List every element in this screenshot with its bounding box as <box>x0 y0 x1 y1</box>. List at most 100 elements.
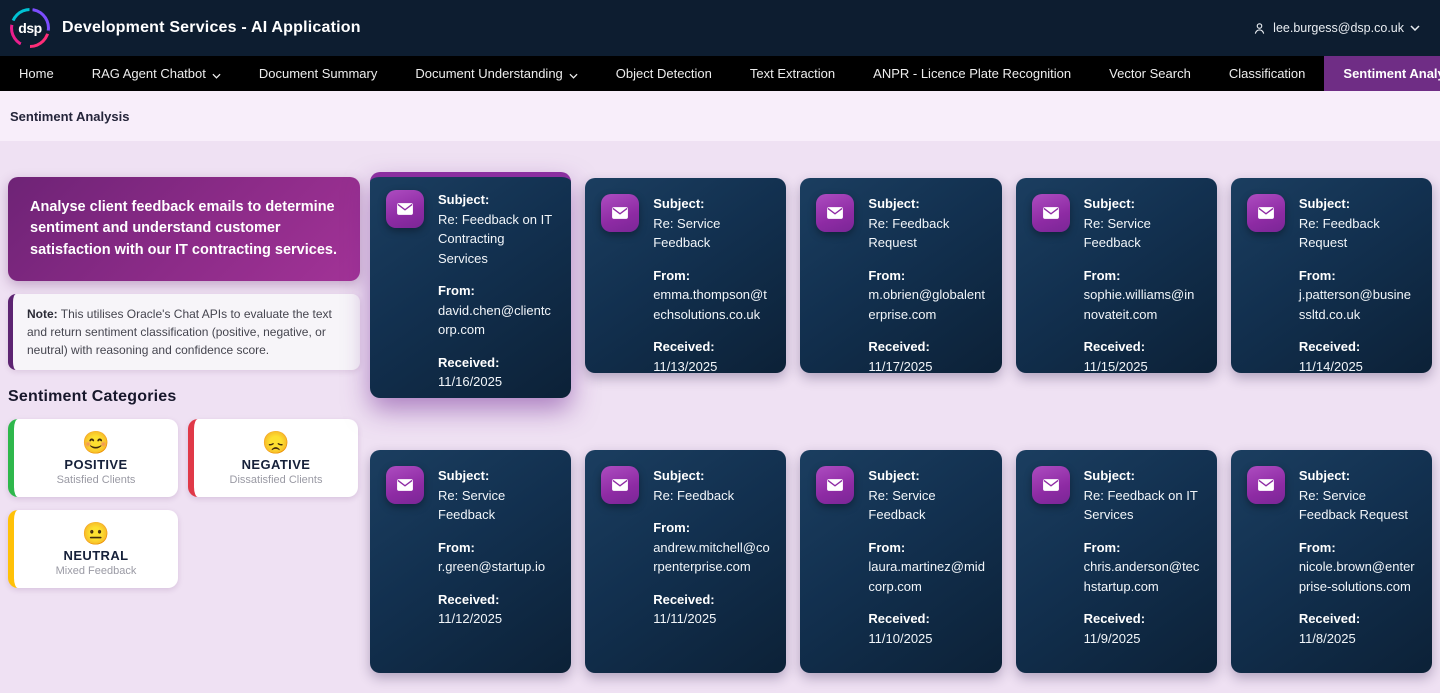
received-value: 11/14/2025 <box>1299 357 1416 377</box>
nav-item-home[interactable]: Home <box>0 56 73 91</box>
category-card-positive: 😊 POSITIVE Satisfied Clients <box>8 419 178 497</box>
main-nav: Home RAG Agent Chatbot Document Summary … <box>0 56 1440 91</box>
intro-description: Analyse client feedback emails to determ… <box>30 199 337 258</box>
subject-value: Re: Feedback on IT Contracting Services <box>438 210 555 269</box>
from-value: emma.thompson@techsolutions.co.uk <box>653 285 770 324</box>
intro-card: Analyse client feedback emails to determ… <box>8 177 360 281</box>
category-name: NEGATIVE <box>242 457 311 472</box>
email-card[interactable]: Subject:Re: Feedback Request From:j.patt… <box>1231 178 1432 373</box>
subject-value: Re: Feedback Request <box>1299 214 1416 253</box>
received-label: Received: <box>1084 337 1201 357</box>
breadcrumb: Sentiment Analysis <box>10 109 129 124</box>
from-label: From: <box>868 538 985 558</box>
email-card[interactable]: Subject:Re: Service Feedback Request Fro… <box>1231 450 1432 673</box>
app-header: dsp Development Services - AI Applicatio… <box>0 0 1440 56</box>
envelope-icon <box>601 466 639 504</box>
received-value: 11/12/2025 <box>438 609 555 629</box>
from-value: nicole.brown@enterprise-solutions.com <box>1299 557 1416 596</box>
received-label: Received: <box>1084 609 1201 629</box>
subject-label: Subject: <box>1299 194 1416 214</box>
from-label: From: <box>653 518 770 538</box>
category-card-negative: 😞 NEGATIVE Dissatisfied Clients <box>188 419 358 497</box>
main-content: Analyse client feedback emails to determ… <box>0 141 1440 693</box>
email-row-2: Subject:Re: Service Feedback From:r.gree… <box>370 450 1432 673</box>
user-icon <box>1252 21 1267 36</box>
nav-item-object-detection[interactable]: Object Detection <box>597 56 731 91</box>
email-card[interactable]: Subject:Re: Feedback From:andrew.mitchel… <box>585 450 786 673</box>
chevron-down-icon <box>212 67 221 82</box>
positive-emoji-icon: 😊 <box>82 431 109 455</box>
neutral-emoji-icon: 😐 <box>82 522 109 546</box>
email-card[interactable]: Subject:Re: Service Feedback From:emma.t… <box>585 178 786 373</box>
nav-item-text-extraction[interactable]: Text Extraction <box>731 56 854 91</box>
received-value: 11/10/2025 <box>868 629 985 649</box>
sidebar: Analyse client feedback emails to determ… <box>8 177 360 693</box>
received-value: 11/15/2025 <box>1084 357 1201 377</box>
category-grid: 😊 POSITIVE Satisfied Clients 😞 NEGATIVE … <box>8 419 360 588</box>
received-label: Received: <box>438 353 555 373</box>
envelope-icon <box>816 194 854 232</box>
category-sublabel: Dissatisfied Clients <box>230 474 323 486</box>
subject-value: Re: Feedback on IT Services <box>1084 486 1201 525</box>
subject-label: Subject: <box>438 190 555 210</box>
from-value: sophie.williams@innovateit.com <box>1084 285 1201 324</box>
app-title: Development Services - AI Application <box>62 19 361 37</box>
breadcrumb-bar: Sentiment Analysis <box>0 91 1440 141</box>
nav-item-vector-search[interactable]: Vector Search <box>1090 56 1210 91</box>
from-value: m.obrien@globalenterprise.com <box>868 285 985 324</box>
subject-label: Subject: <box>1299 466 1416 486</box>
email-card[interactable]: Subject:Re: Service Feedback From:sophie… <box>1016 178 1217 373</box>
received-value: 11/13/2025 <box>653 357 770 377</box>
category-name: POSITIVE <box>64 457 127 472</box>
subject-value: Re: Service Feedback <box>868 486 985 525</box>
email-card[interactable]: Subject:Re: Service Feedback From:laura.… <box>800 450 1001 673</box>
from-value: r.green@startup.io <box>438 557 555 577</box>
subject-value: Re: Service Feedback <box>438 486 555 525</box>
envelope-icon <box>386 190 424 228</box>
nav-item-classification[interactable]: Classification <box>1210 56 1325 91</box>
note-label: Note: <box>27 307 58 321</box>
subject-label: Subject: <box>438 466 555 486</box>
envelope-icon <box>816 466 854 504</box>
envelope-icon <box>601 194 639 232</box>
received-label: Received: <box>868 609 985 629</box>
sentiment-categories-heading: Sentiment Categories <box>8 388 360 406</box>
email-row-1: Subject:Re: Feedback on IT Contracting S… <box>370 178 1432 398</box>
from-label: From: <box>1299 266 1416 286</box>
nav-item-anpr[interactable]: ANPR - Licence Plate Recognition <box>854 56 1090 91</box>
email-card[interactable]: Subject:Re: Service Feedback From:r.gree… <box>370 450 571 673</box>
email-card[interactable]: Subject:Re: Feedback on IT Services From… <box>1016 450 1217 673</box>
email-card-grid: Subject:Re: Feedback on IT Contracting S… <box>370 178 1432 693</box>
from-label: From: <box>1084 266 1201 286</box>
received-value: 11/11/2025 <box>653 609 770 629</box>
received-label: Received: <box>438 590 555 610</box>
dsp-logo: dsp <box>10 8 50 48</box>
subject-value: Re: Service Feedback Request <box>1299 486 1416 525</box>
subject-value: Re: Feedback Request <box>868 214 985 253</box>
from-label: From: <box>438 538 555 558</box>
nav-item-document-summary[interactable]: Document Summary <box>240 56 396 91</box>
subject-label: Subject: <box>1084 466 1201 486</box>
email-card[interactable]: Subject:Re: Feedback on IT Contracting S… <box>370 172 571 398</box>
from-value: david.chen@clientcorp.com <box>438 301 555 340</box>
subject-value: Re: Feedback <box>653 486 770 506</box>
envelope-icon <box>1032 466 1070 504</box>
nav-item-document-understanding[interactable]: Document Understanding <box>396 56 596 91</box>
email-card[interactable]: Subject:Re: Feedback Request From:m.obri… <box>800 178 1001 373</box>
note-box: Note: This utilises Oracle's Chat APIs t… <box>8 294 360 370</box>
from-label: From: <box>1299 538 1416 558</box>
envelope-icon <box>1247 194 1285 232</box>
subject-label: Subject: <box>868 194 985 214</box>
received-value: 11/9/2025 <box>1084 629 1201 649</box>
category-sublabel: Satisfied Clients <box>57 474 136 486</box>
user-email: lee.burgess@dsp.co.uk <box>1273 21 1404 35</box>
received-label: Received: <box>1299 609 1416 629</box>
category-sublabel: Mixed Feedback <box>56 565 137 577</box>
user-menu[interactable]: lee.burgess@dsp.co.uk <box>1252 21 1420 36</box>
subject-label: Subject: <box>653 466 770 486</box>
negative-emoji-icon: 😞 <box>262 431 289 455</box>
received-label: Received: <box>653 590 770 610</box>
nav-item-rag-agent-chatbot[interactable]: RAG Agent Chatbot <box>73 56 240 91</box>
nav-item-sentiment-analysis[interactable]: Sentiment Analysis <box>1324 56 1440 91</box>
from-value: chris.anderson@techstartup.com <box>1084 557 1201 596</box>
